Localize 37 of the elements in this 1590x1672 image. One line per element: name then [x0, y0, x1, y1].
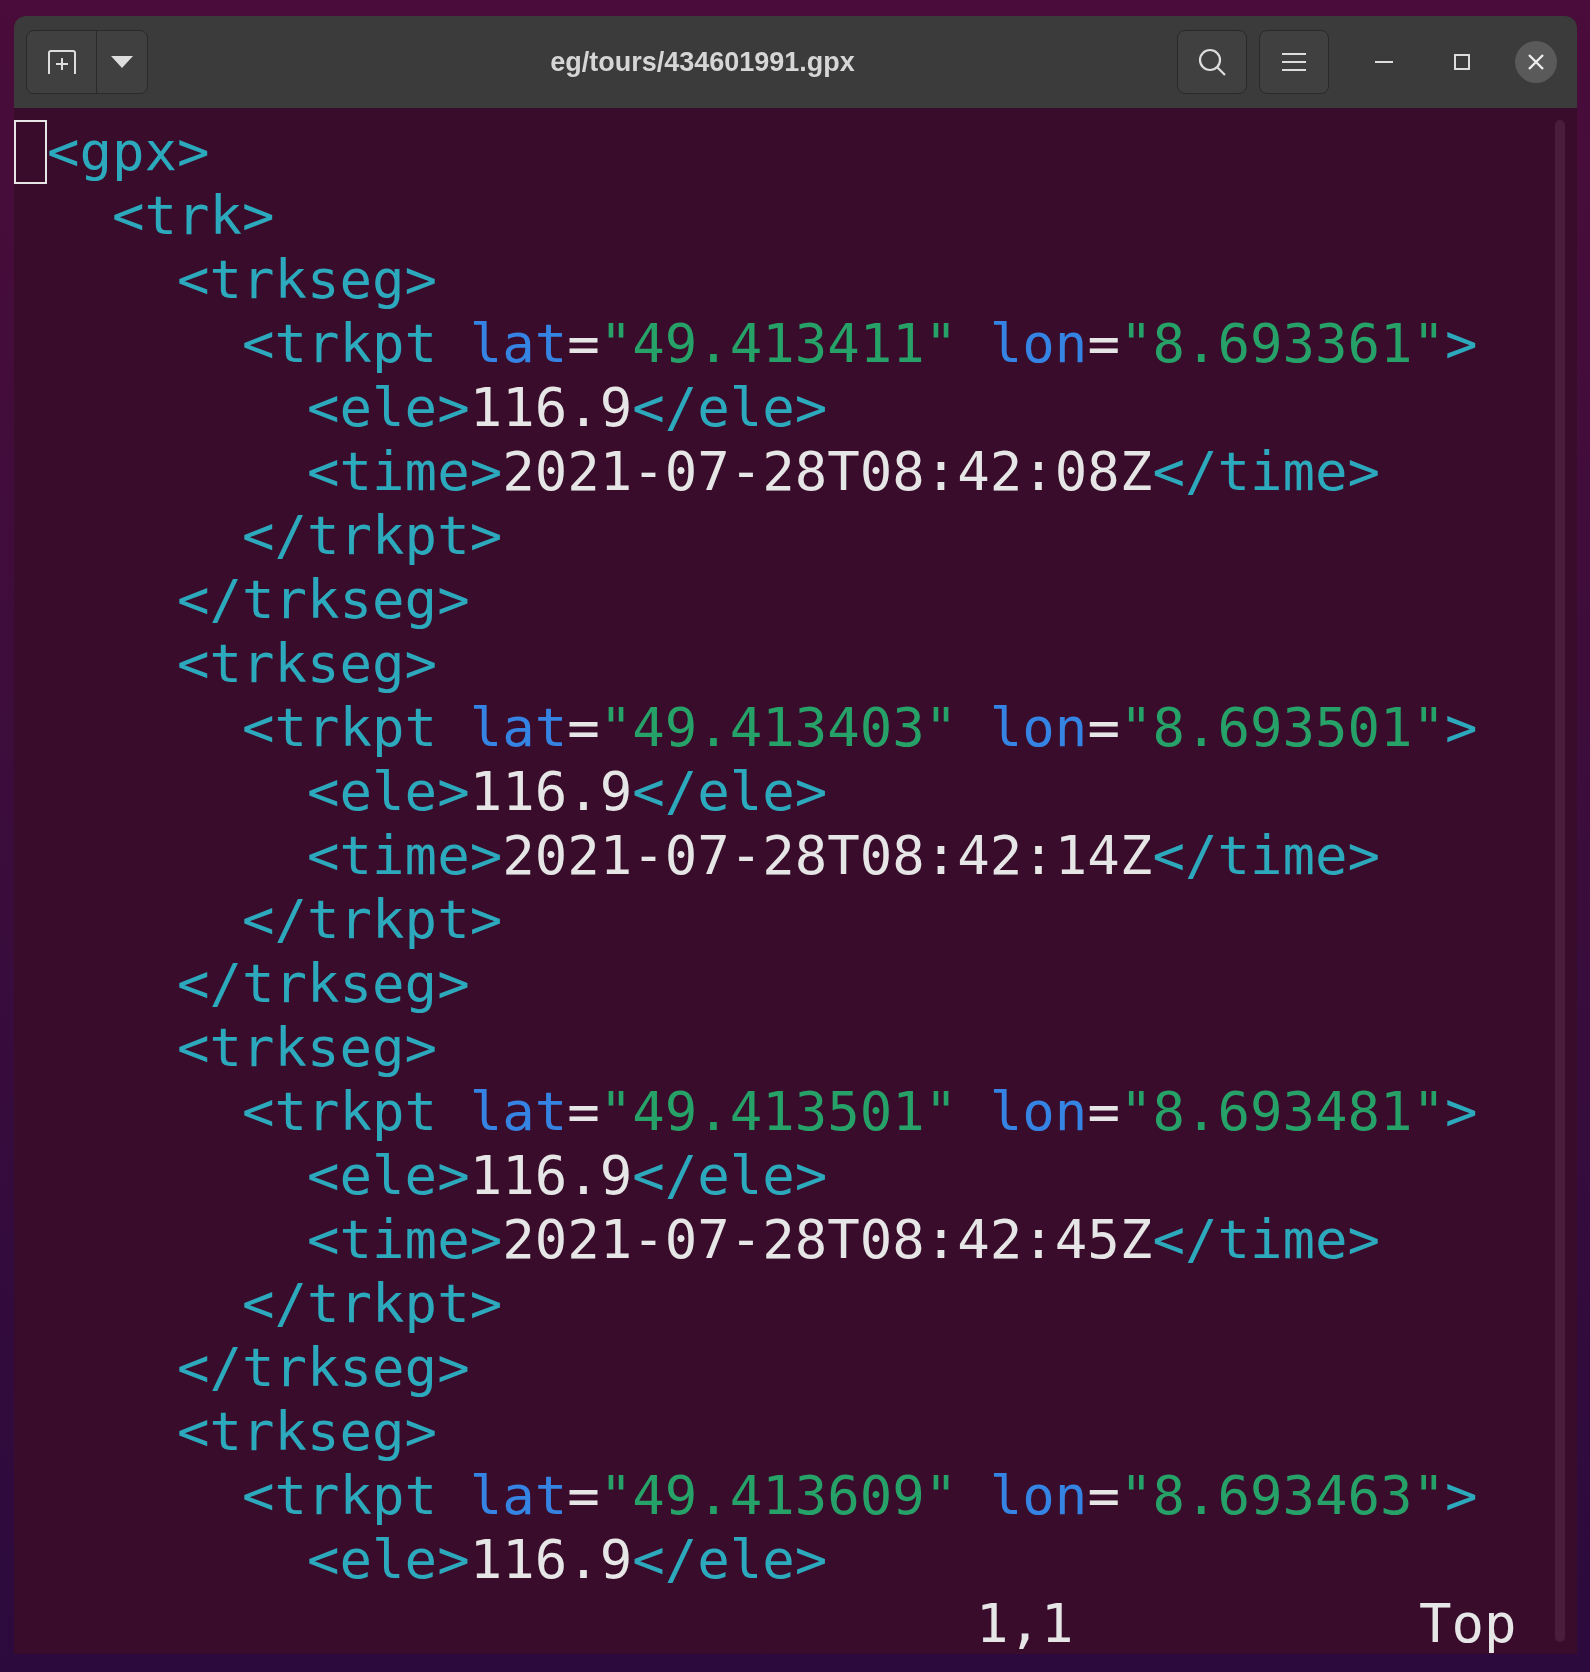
close-icon [1528, 54, 1544, 70]
window-title: eg/tours/434601991.gpx [549, 45, 856, 79]
code-line: </trkpt> [241, 1272, 503, 1336]
search-icon [1197, 47, 1227, 77]
code-line: <trkseg> [176, 1400, 438, 1464]
code-line: <trkpt lat="49.413609" lon="8.693463"> [241, 1464, 1478, 1528]
code-line: </trkpt> [241, 504, 503, 568]
caret-icon [111, 56, 133, 68]
code-line: <ele>116.9</ele> [306, 1144, 828, 1208]
cursor-position: 1,1 [976, 1592, 1075, 1654]
close-button[interactable] [1515, 41, 1557, 83]
code-line: <trkseg> [176, 1016, 438, 1080]
code-line: <trkseg> [176, 632, 438, 696]
code-line: </trkseg> [176, 952, 470, 1016]
code-line: <trkpt lat="49.413403" lon="8.693501"> [241, 696, 1478, 760]
menu-icon [1282, 52, 1306, 72]
code-line: </trkseg> [176, 568, 470, 632]
code-line: <gpx> [47, 120, 210, 184]
code-line: </trkseg> [176, 1336, 470, 1400]
code-line: <time>2021-07-28T08:42:08Z</time> [306, 440, 1380, 504]
code-line: <trk> [111, 184, 275, 248]
new-tab-icon [46, 49, 77, 75]
cursor [14, 120, 47, 184]
code-line: <trkseg> [176, 248, 438, 312]
code-line: <time>2021-07-28T08:42:45Z</time> [306, 1208, 1380, 1272]
search-button[interactable] [1177, 30, 1247, 94]
code-line: <trkpt lat="49.413411" lon="8.693361"> [241, 312, 1478, 376]
menu-button[interactable] [1259, 30, 1329, 94]
scroll-position: Top [1419, 1592, 1517, 1654]
minimize-icon [1375, 60, 1393, 64]
code-line: <time>2021-07-28T08:42:14Z</time> [306, 824, 1380, 888]
code-line: <trkpt lat="49.413501" lon="8.693481"> [241, 1080, 1478, 1144]
maximize-icon [1454, 54, 1470, 70]
code-line: <ele>116.9</ele> [306, 1528, 828, 1592]
code-line: <ele>116.9</ele> [306, 376, 828, 440]
code-line: <ele>116.9</ele> [306, 760, 828, 824]
code-line: </trkpt> [241, 888, 503, 952]
